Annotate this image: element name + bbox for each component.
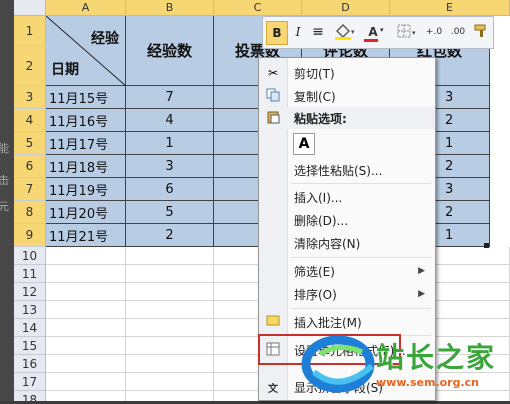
select-all-corner[interactable] (14, 0, 46, 16)
corner-bottom-label: 日期 (51, 62, 79, 78)
row-header[interactable]: 14 (14, 319, 46, 337)
exp-cell[interactable]: 2 (126, 224, 214, 247)
svg-text:▾: ▾ (412, 29, 416, 37)
empty-cells[interactable] (46, 247, 126, 401)
exp-cell[interactable]: 3 (126, 155, 214, 178)
row-header[interactable]: 10 (14, 247, 46, 265)
copy-icon (259, 88, 287, 105)
row-header[interactable]: 13 (14, 301, 46, 319)
row-header[interactable]: 5 (14, 132, 46, 155)
menu-item-label: 剪切(T) (294, 66, 335, 81)
menu-item-label: 复制(C) (294, 89, 336, 104)
left-fragment: 能 (0, 142, 9, 155)
row-header[interactable]: 15 (14, 337, 46, 355)
header-cell[interactable]: 经验数 (126, 16, 214, 86)
menu-item-paste-special[interactable]: 选择性粘贴(S)... (259, 159, 435, 181)
menu-item-label: 粘贴选项: (294, 111, 347, 126)
corner-top-label: 经验 (91, 31, 119, 47)
clipboard-icon (259, 110, 287, 127)
date-cell[interactable]: 11月17号 (46, 132, 126, 155)
increase-decimal-button[interactable]: +.0 (423, 21, 445, 43)
menu-item-cut[interactable]: ✂ 剪切(T) (259, 62, 435, 84)
chevron-down-icon: ▾ (380, 26, 384, 34)
row-header[interactable]: 2 (14, 46, 46, 86)
empty-cells[interactable] (126, 247, 214, 401)
date-cell[interactable]: 11月18号 (46, 155, 126, 178)
mini-format-toolbar: B I ≡ ▾ A ▾ ▾ +.0 .00 (262, 16, 494, 49)
menu-item-delete[interactable]: 删除(D)... (259, 209, 435, 231)
column-header-b[interactable]: B (126, 0, 214, 16)
decrease-decimal-button[interactable]: .00 (447, 21, 469, 43)
menu-item-label: 插入(I)... (294, 190, 343, 205)
row-header[interactable]: 17 (14, 373, 46, 391)
watermark-url: www.sem.org.cn (376, 376, 479, 389)
menu-item-filter[interactable]: 筛选(E) ▶ (259, 260, 435, 282)
font-color-label: A (368, 25, 378, 39)
phonetic-icon: 文 (268, 383, 278, 395)
font-color-swatch (364, 39, 378, 42)
date-cell[interactable]: 11月15号 (46, 86, 126, 109)
row-header[interactable]: 8 (14, 201, 46, 224)
exp-cell[interactable]: 1 (126, 132, 214, 155)
menu-item-clear-contents[interactable]: 清除内容(N) (259, 232, 435, 254)
paintbrush-icon (473, 23, 489, 42)
menu-item-label: 筛选(E) (294, 264, 335, 279)
borders-button[interactable]: ▾ (395, 21, 419, 43)
svg-text:▾: ▾ (351, 28, 355, 36)
menu-item-label: 清除内容(N) (294, 236, 361, 251)
fill-color-button[interactable]: ▾ (331, 21, 357, 43)
column-header-a[interactable]: A (46, 0, 126, 16)
exp-cell[interactable]: 7 (126, 86, 214, 109)
submenu-arrow-icon: ▶ (418, 289, 425, 299)
row-header[interactable]: 6 (14, 155, 46, 178)
row-header[interactable]: 3 (14, 86, 46, 109)
menu-item-sort[interactable]: 排序(O) ▶ (259, 283, 435, 305)
left-fragment: 元 (0, 200, 9, 213)
comment-icon (259, 315, 287, 330)
row-header[interactable]: 7 (14, 178, 46, 201)
column-header-e[interactable]: E (390, 0, 510, 16)
font-color-button[interactable]: A ▾ (361, 21, 385, 43)
fill-handle[interactable] (484, 243, 489, 248)
menu-item-copy[interactable]: 复制(C) (259, 85, 435, 107)
exp-cell[interactable]: 4 (126, 109, 214, 132)
center-align-button[interactable]: ≡ (309, 21, 327, 43)
format-painter-button[interactable] (471, 21, 491, 43)
date-cell[interactable]: 11月20号 (46, 201, 126, 224)
borders-icon: ▾ (396, 23, 418, 42)
menu-item-label: 排序(O) (294, 287, 337, 302)
bold-button[interactable]: B (266, 21, 288, 45)
exp-cell[interactable]: 5 (126, 201, 214, 224)
menu-item-label: 选择性粘贴(S)... (294, 163, 383, 178)
date-cell[interactable]: 11月16号 (46, 109, 126, 132)
submenu-arrow-icon: ▶ (418, 266, 425, 276)
left-strip: 能 击 元 (0, 0, 14, 401)
row-header[interactable]: 18 (14, 391, 46, 401)
row-header[interactable]: 16 (14, 355, 46, 373)
row-header[interactable]: 9 (14, 224, 46, 247)
italic-button[interactable]: I (289, 21, 307, 43)
corner-cell[interactable]: 经验 日期 (46, 16, 126, 86)
row-header[interactable]: 11 (14, 265, 46, 283)
scissors-icon: ✂ (267, 66, 279, 80)
column-header-c[interactable]: C (214, 0, 302, 16)
row-header[interactable]: 12 (14, 283, 46, 301)
row-header[interactable]: 4 (14, 109, 46, 132)
date-cell[interactable]: 11月21号 (46, 224, 126, 247)
paint-bucket-icon: ▾ (333, 22, 355, 43)
left-fragment: 击 (0, 174, 9, 187)
date-cell[interactable]: 11月19号 (46, 178, 126, 201)
paste-button[interactable]: A (293, 133, 315, 155)
watermark-brand: 站长之家 (376, 341, 497, 374)
watermark: 站长之家 www.sem.org.cn (300, 324, 510, 401)
menu-item-label: 删除(D)... (294, 213, 349, 228)
paste-options-header: 粘贴选项: (259, 107, 435, 129)
column-header-d[interactable]: D (302, 0, 390, 16)
exp-cell[interactable]: 6 (126, 178, 214, 201)
menu-item-insert[interactable]: 插入(I)... (259, 186, 435, 208)
row-header[interactable]: 1 (14, 16, 46, 46)
